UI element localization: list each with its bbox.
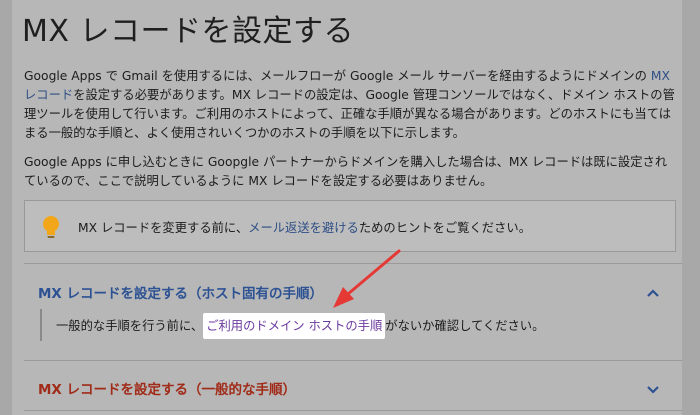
acc-body-text-1: 一般的な手順を行う前に、 <box>56 319 204 333</box>
page-title: MX レコードを設定する <box>22 14 354 49</box>
accordion-general-title[interactable]: MX レコードを設定する（一般的な手順） <box>38 378 296 398</box>
accordion-content-bar <box>40 309 42 341</box>
host-steps-link[interactable]: ご利用のドメイン ホストの手順 <box>203 313 386 339</box>
divider <box>24 360 682 361</box>
partner-note: Google Apps に申し込むときに Goopgle パートナーからドメイン… <box>24 155 668 188</box>
acc-body-text-2: がないか確認してください。 <box>385 319 545 333</box>
tip-text-1: MX レコードを変更する前に、 <box>78 221 249 235</box>
avoid-bounce-link[interactable]: メール返送を避ける <box>248 221 359 235</box>
divider <box>24 410 682 411</box>
chevron-up-icon[interactable] <box>646 288 660 298</box>
chevron-down-icon[interactable] <box>646 385 660 395</box>
lightbulb-icon <box>43 216 59 238</box>
intro-text-2: を設定する必要があります。MX レコードの設定は、Google 管理コンソールで… <box>24 88 675 140</box>
tip-text: MX レコードを変更する前に、メール返送を避けるためのヒントをご覧ください。 <box>78 218 531 236</box>
divider <box>24 263 682 264</box>
tip-box: MX レコードを変更する前に、メール返送を避けるためのヒントをご覧ください。 <box>24 200 676 252</box>
intro-text-1: Google Apps で Gmail を使用するには、メールフローが Goog… <box>24 69 651 83</box>
accordion-host-specific-content: 一般的な手順を行う前に、 ご利用のドメイン ホストの手順 がないか確認してください。 <box>56 313 545 339</box>
help-article: MX レコードを設定する Google Apps で Gmail を使用するには… <box>12 0 682 415</box>
intro-paragraph: Google Apps で Gmail を使用するには、メールフローが Goog… <box>24 67 676 143</box>
accordion-host-specific-title[interactable]: MX レコードを設定する（ホスト固有の手順） <box>38 282 323 302</box>
tip-text-2: ためのヒントをご覧ください。 <box>358 221 531 235</box>
